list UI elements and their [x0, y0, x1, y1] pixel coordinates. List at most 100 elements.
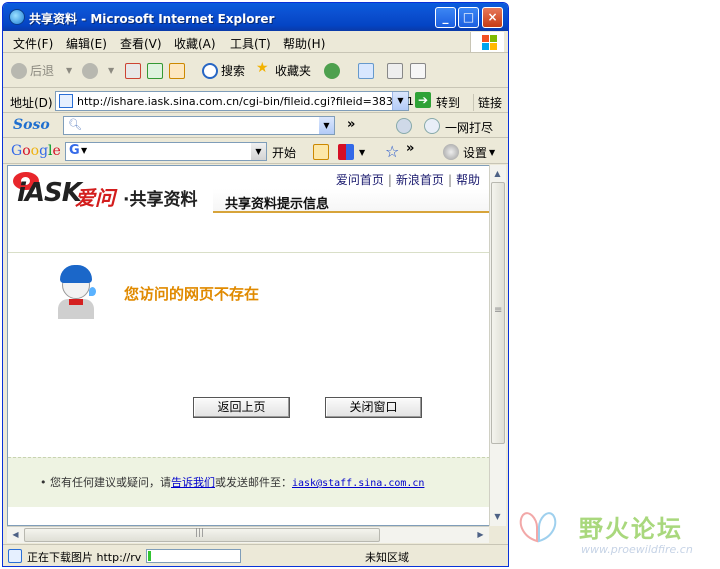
home-icon[interactable] — [169, 63, 185, 79]
close-button[interactable]: × — [482, 7, 503, 28]
butterfly-logo-icon — [519, 512, 557, 543]
favorites-button[interactable]: 收藏夹 — [275, 62, 311, 79]
back-icon — [11, 63, 27, 79]
soso-search-input[interactable]: 🔍︎ ▼ — [63, 116, 335, 135]
scroll-corner — [489, 526, 506, 543]
ie-icon — [9, 9, 25, 25]
pagerank-icon[interactable] — [313, 144, 329, 160]
stop-icon[interactable] — [125, 63, 141, 79]
address-dropdown-icon[interactable]: ▼ — [392, 92, 408, 110]
links-button[interactable]: 链接 — [473, 94, 502, 111]
google-apps-icon[interactable] — [338, 144, 354, 160]
scroll-down-icon[interactable]: ▼ — [490, 509, 505, 524]
forum-watermark: 野火论坛 www.proewildfire.cn — [511, 505, 720, 569]
progress-fill — [148, 551, 151, 561]
back-page-button[interactable]: 返回上页 — [193, 397, 290, 418]
media-icon[interactable] — [324, 63, 340, 79]
bookmark-star-icon[interactable]: ☆ — [385, 142, 399, 161]
soso-dropdown-icon[interactable]: ▼ — [319, 117, 334, 134]
settings-gear-icon — [443, 144, 459, 160]
google-logo[interactable]: Google — [11, 143, 61, 159]
horizontal-scroll-thumb[interactable] — [24, 528, 380, 542]
status-text: 正在下载图片 http://rv — [27, 551, 142, 564]
watermark-title: 野火论坛 — [579, 515, 683, 543]
window-title: 共享资料 - Microsoft Internet Explorer — [29, 12, 275, 26]
soso-search-all-button[interactable]: 一网打尽 — [445, 119, 493, 136]
error-message: 您访问的网页不存在 — [124, 285, 260, 303]
footer-text: • 您有任何建议或疑问，请告诉我们或发送邮件至：iask@staff.sina.… — [40, 474, 424, 490]
footer: • 您有任何建议或疑问，请告诉我们或发送邮件至：iask@staff.sina.… — [8, 457, 489, 507]
menu-tools[interactable]: 工具(T) — [230, 35, 271, 52]
email-link[interactable]: iask@staff.sina.com.cn — [292, 478, 424, 489]
minimize-button[interactable]: _ — [435, 7, 456, 28]
settings-dropdown-icon[interactable]: ▼ — [489, 148, 495, 157]
vertical-scrollbar[interactable]: ▲ ▼ — [489, 165, 506, 526]
windows-logo-icon — [470, 32, 504, 52]
back-dropdown-icon[interactable]: ▼ — [66, 66, 72, 75]
iask-logo[interactable]: iASK 爱问 ·共享资料 — [13, 168, 223, 216]
logo-subtitle: ·共享资料 — [123, 190, 198, 210]
standard-toolbar: 后退 ▼ ▼ 搜索 ★ 收藏夹 — [3, 54, 508, 88]
go-label: 转到 — [436, 96, 461, 110]
soso-toolbar: Soso 🔍︎ ▼ » 一网打尽 — [3, 114, 508, 138]
search-icon — [202, 63, 218, 79]
maximize-button[interactable]: □ — [458, 7, 479, 28]
menu-bar: 文件(F) 编辑(E) 查看(V) 收藏(A) 工具(T) 帮助(H) — [3, 31, 508, 53]
menu-favorites[interactable]: 收藏(A) — [174, 35, 216, 52]
address-label: 地址(D) — [10, 96, 53, 110]
browser-window: 共享资料 - Microsoft Internet Explorer _ □ ×… — [2, 2, 509, 567]
address-bar: 地址(D) http://ishare.iask.sina.com.cn/cgi… — [3, 89, 508, 113]
horizontal-scrollbar[interactable]: ◀ ▶ — [7, 526, 489, 543]
google-search-input[interactable]: G ▼ ▼ — [65, 142, 267, 161]
google-toolbar: Google G ▼ ▼ 开始 ▼ ☆ » 设置 ▼ — [3, 139, 508, 164]
apps-dropdown-icon[interactable]: ▼ — [359, 148, 365, 157]
edit-icon[interactable] — [410, 63, 426, 79]
watermark-url: www.proewildfire.cn — [581, 543, 693, 556]
scroll-right-icon[interactable]: ▶ — [473, 527, 488, 542]
menu-file[interactable]: 文件(F) — [13, 35, 53, 52]
google-g-dropdown-icon[interactable]: ▼ — [81, 146, 87, 155]
soso-search-all-icon — [424, 118, 440, 134]
mail-icon[interactable] — [358, 63, 374, 79]
scroll-left-icon[interactable]: ◀ — [8, 527, 23, 542]
nav-iask-home[interactable]: 爱问首页 — [336, 173, 384, 187]
footer-prefix: • 您有任何建议或疑问，请 — [40, 476, 171, 489]
scroll-up-icon[interactable]: ▲ — [490, 166, 505, 181]
download-progress — [146, 549, 241, 563]
google-settings-button[interactable]: 设置 — [463, 144, 487, 161]
google-dropdown-icon[interactable]: ▼ — [251, 143, 266, 160]
close-window-button[interactable]: 关闭窗口 — [325, 397, 422, 418]
nav-help[interactable]: 帮助 — [456, 173, 480, 187]
print-icon[interactable] — [387, 63, 403, 79]
page-content: iASK 爱问 ·共享资料 爱问首页 | 新浪首页 | 帮助 共享资料提示信息 您访问的… — [7, 165, 489, 526]
address-input[interactable]: http://ishare.iask.sina.com.cn/cgi-bin/f… — [55, 91, 421, 111]
title-bar[interactable]: 共享资料 - Microsoft Internet Explorer _ □ × — [3, 3, 508, 31]
feedback-link[interactable]: 告诉我们 — [171, 476, 215, 489]
status-bar: 正在下载图片 http://rv 未知区域 — [3, 544, 508, 566]
soso-settings-icon[interactable] — [396, 118, 412, 134]
google-g-icon[interactable]: G — [69, 143, 80, 158]
refresh-icon[interactable] — [147, 63, 163, 79]
forward-icon[interactable] — [82, 63, 98, 79]
page-heading: 共享资料提示信息 — [225, 197, 330, 212]
menu-edit[interactable]: 编辑(E) — [66, 35, 107, 52]
nav-sina-home[interactable]: 新浪首页 — [396, 173, 444, 187]
forward-dropdown-icon[interactable]: ▼ — [108, 66, 114, 75]
soso-search-icon: 🔍︎ — [68, 118, 82, 131]
heading-bar: 共享资料提示信息 — [213, 189, 489, 213]
soso-logo[interactable]: Soso — [13, 117, 50, 133]
google-search-button[interactable]: 开始 — [272, 144, 296, 161]
top-nav: 爱问首页 | 新浪首页 | 帮助 — [336, 171, 480, 188]
vertical-scroll-thumb[interactable] — [491, 182, 505, 444]
sad-avatar-icon — [54, 263, 98, 323]
nav-divider: | — [447, 173, 452, 187]
logo-aiwen-text: 爱问 — [75, 186, 115, 210]
nav-divider: | — [387, 173, 392, 187]
back-button[interactable]: 后退 — [30, 62, 54, 79]
google-more-chevron-icon[interactable]: » — [406, 141, 414, 156]
address-url[interactable]: http://ishare.iask.sina.com.cn/cgi-bin/f… — [77, 95, 421, 108]
menu-help[interactable]: 帮助(H) — [283, 35, 325, 52]
menu-view[interactable]: 查看(V) — [120, 35, 162, 52]
search-button[interactable]: 搜索 — [221, 62, 245, 79]
soso-more-chevron-icon[interactable]: » — [347, 117, 355, 132]
